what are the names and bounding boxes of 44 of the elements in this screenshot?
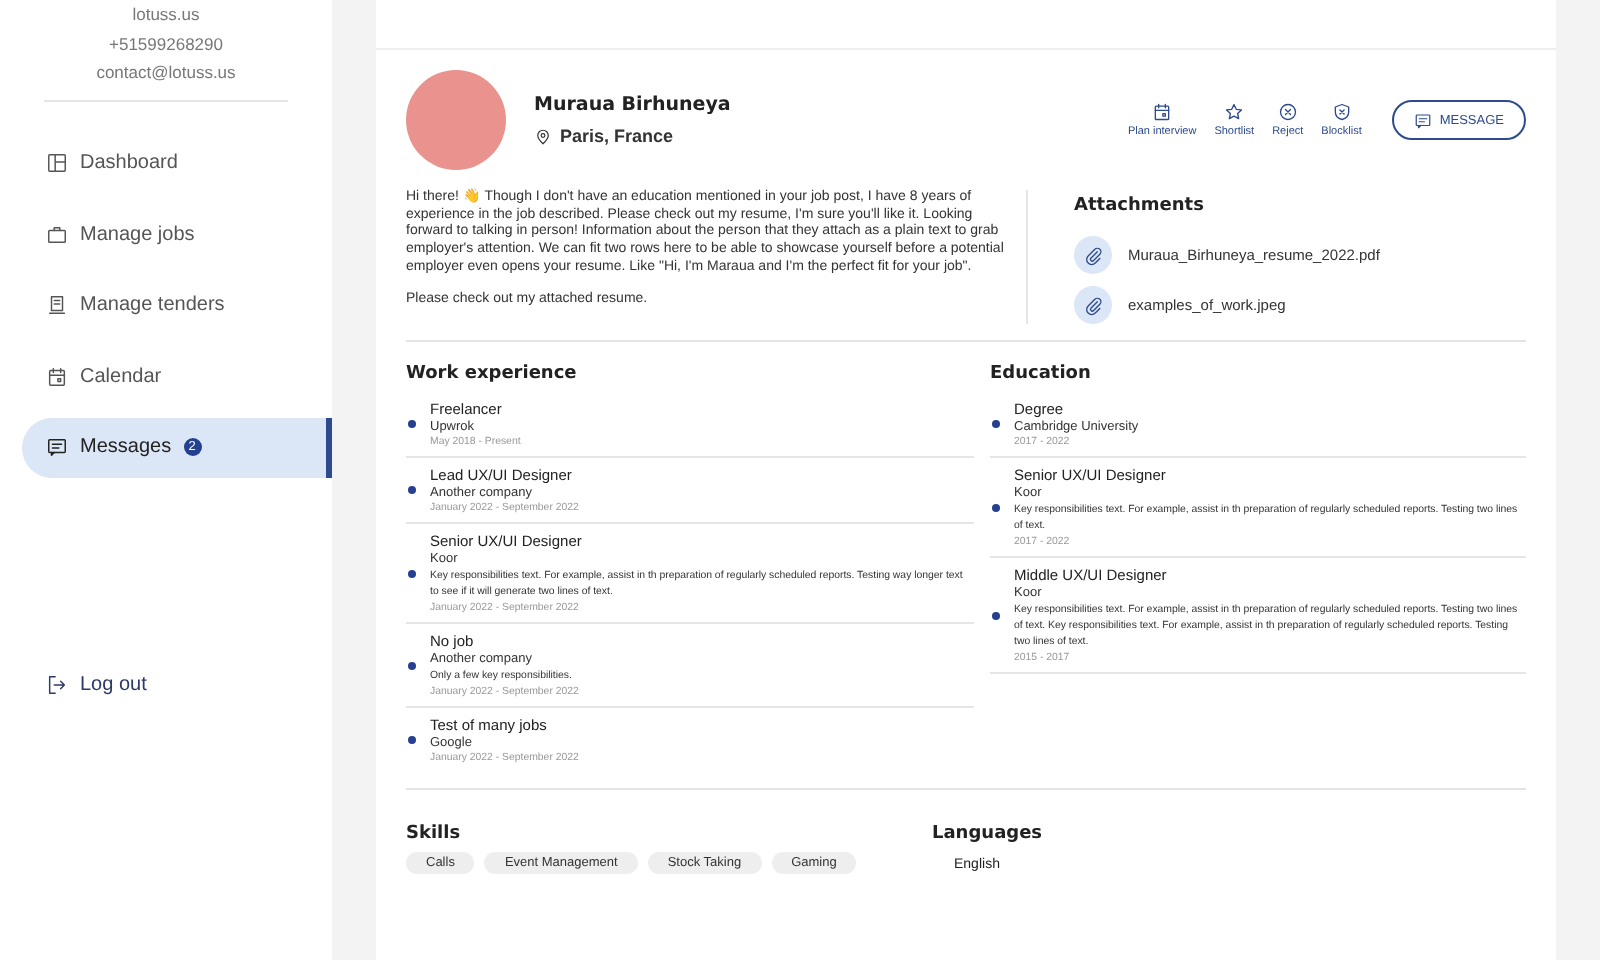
nav-label: Messages xyxy=(80,436,172,459)
section-title: Languages xyxy=(932,824,1043,844)
nav-label: Manage jobs xyxy=(80,223,195,246)
contact-text: lotuss.us xyxy=(132,2,200,28)
bullet-dot xyxy=(992,611,1000,619)
attachment-icon xyxy=(1074,236,1112,274)
bullet-dot xyxy=(408,486,416,494)
star-icon xyxy=(1224,102,1245,122)
bullet-dot xyxy=(992,420,1000,428)
attachment-icon xyxy=(1074,286,1112,324)
calendar-icon xyxy=(46,365,68,388)
bullet-dot xyxy=(408,569,416,577)
bullet-dot xyxy=(408,661,416,669)
section-title: Skills xyxy=(406,824,463,844)
bullet-dot xyxy=(408,420,416,428)
calendar-icon xyxy=(1152,102,1173,122)
logout-icon xyxy=(46,673,68,696)
document-icon xyxy=(46,294,68,317)
nav-label: Manage tenders xyxy=(80,294,225,317)
bullet-dot xyxy=(992,503,1000,511)
location-text: Paris, France xyxy=(560,126,674,146)
avatar-placeholder xyxy=(406,70,506,170)
message-icon xyxy=(1413,111,1432,129)
briefcase-icon xyxy=(46,223,68,246)
nav-item[interactable]: Manage tenders xyxy=(22,275,332,336)
location-pin-icon xyxy=(534,127,552,145)
nav-item[interactable]: Calendar xyxy=(22,346,332,407)
section-title: Work experience xyxy=(406,364,579,384)
message-icon xyxy=(46,436,68,459)
contact-text: contact@lotuss.us xyxy=(96,60,236,86)
nav-item[interactable]: Manage jobs xyxy=(22,204,332,265)
logout-link[interactable]: Log out xyxy=(22,654,332,715)
section-title: Attachments xyxy=(1074,196,1206,216)
nav-item[interactable]: Dashboard xyxy=(22,133,332,194)
circle-x-icon xyxy=(1277,102,1298,122)
shield-icon xyxy=(1331,102,1352,122)
dashboard-icon xyxy=(46,152,68,175)
nav-label: Dashboard xyxy=(80,152,178,175)
logout-label: Log out xyxy=(80,673,147,696)
candidate-name: Muraua Birhuneya xyxy=(534,94,731,116)
contact-text: +51599268290 xyxy=(109,31,223,57)
nav-label: Calendar xyxy=(80,365,162,388)
section-title: Education xyxy=(990,364,1093,384)
bullet-dot xyxy=(408,736,416,744)
